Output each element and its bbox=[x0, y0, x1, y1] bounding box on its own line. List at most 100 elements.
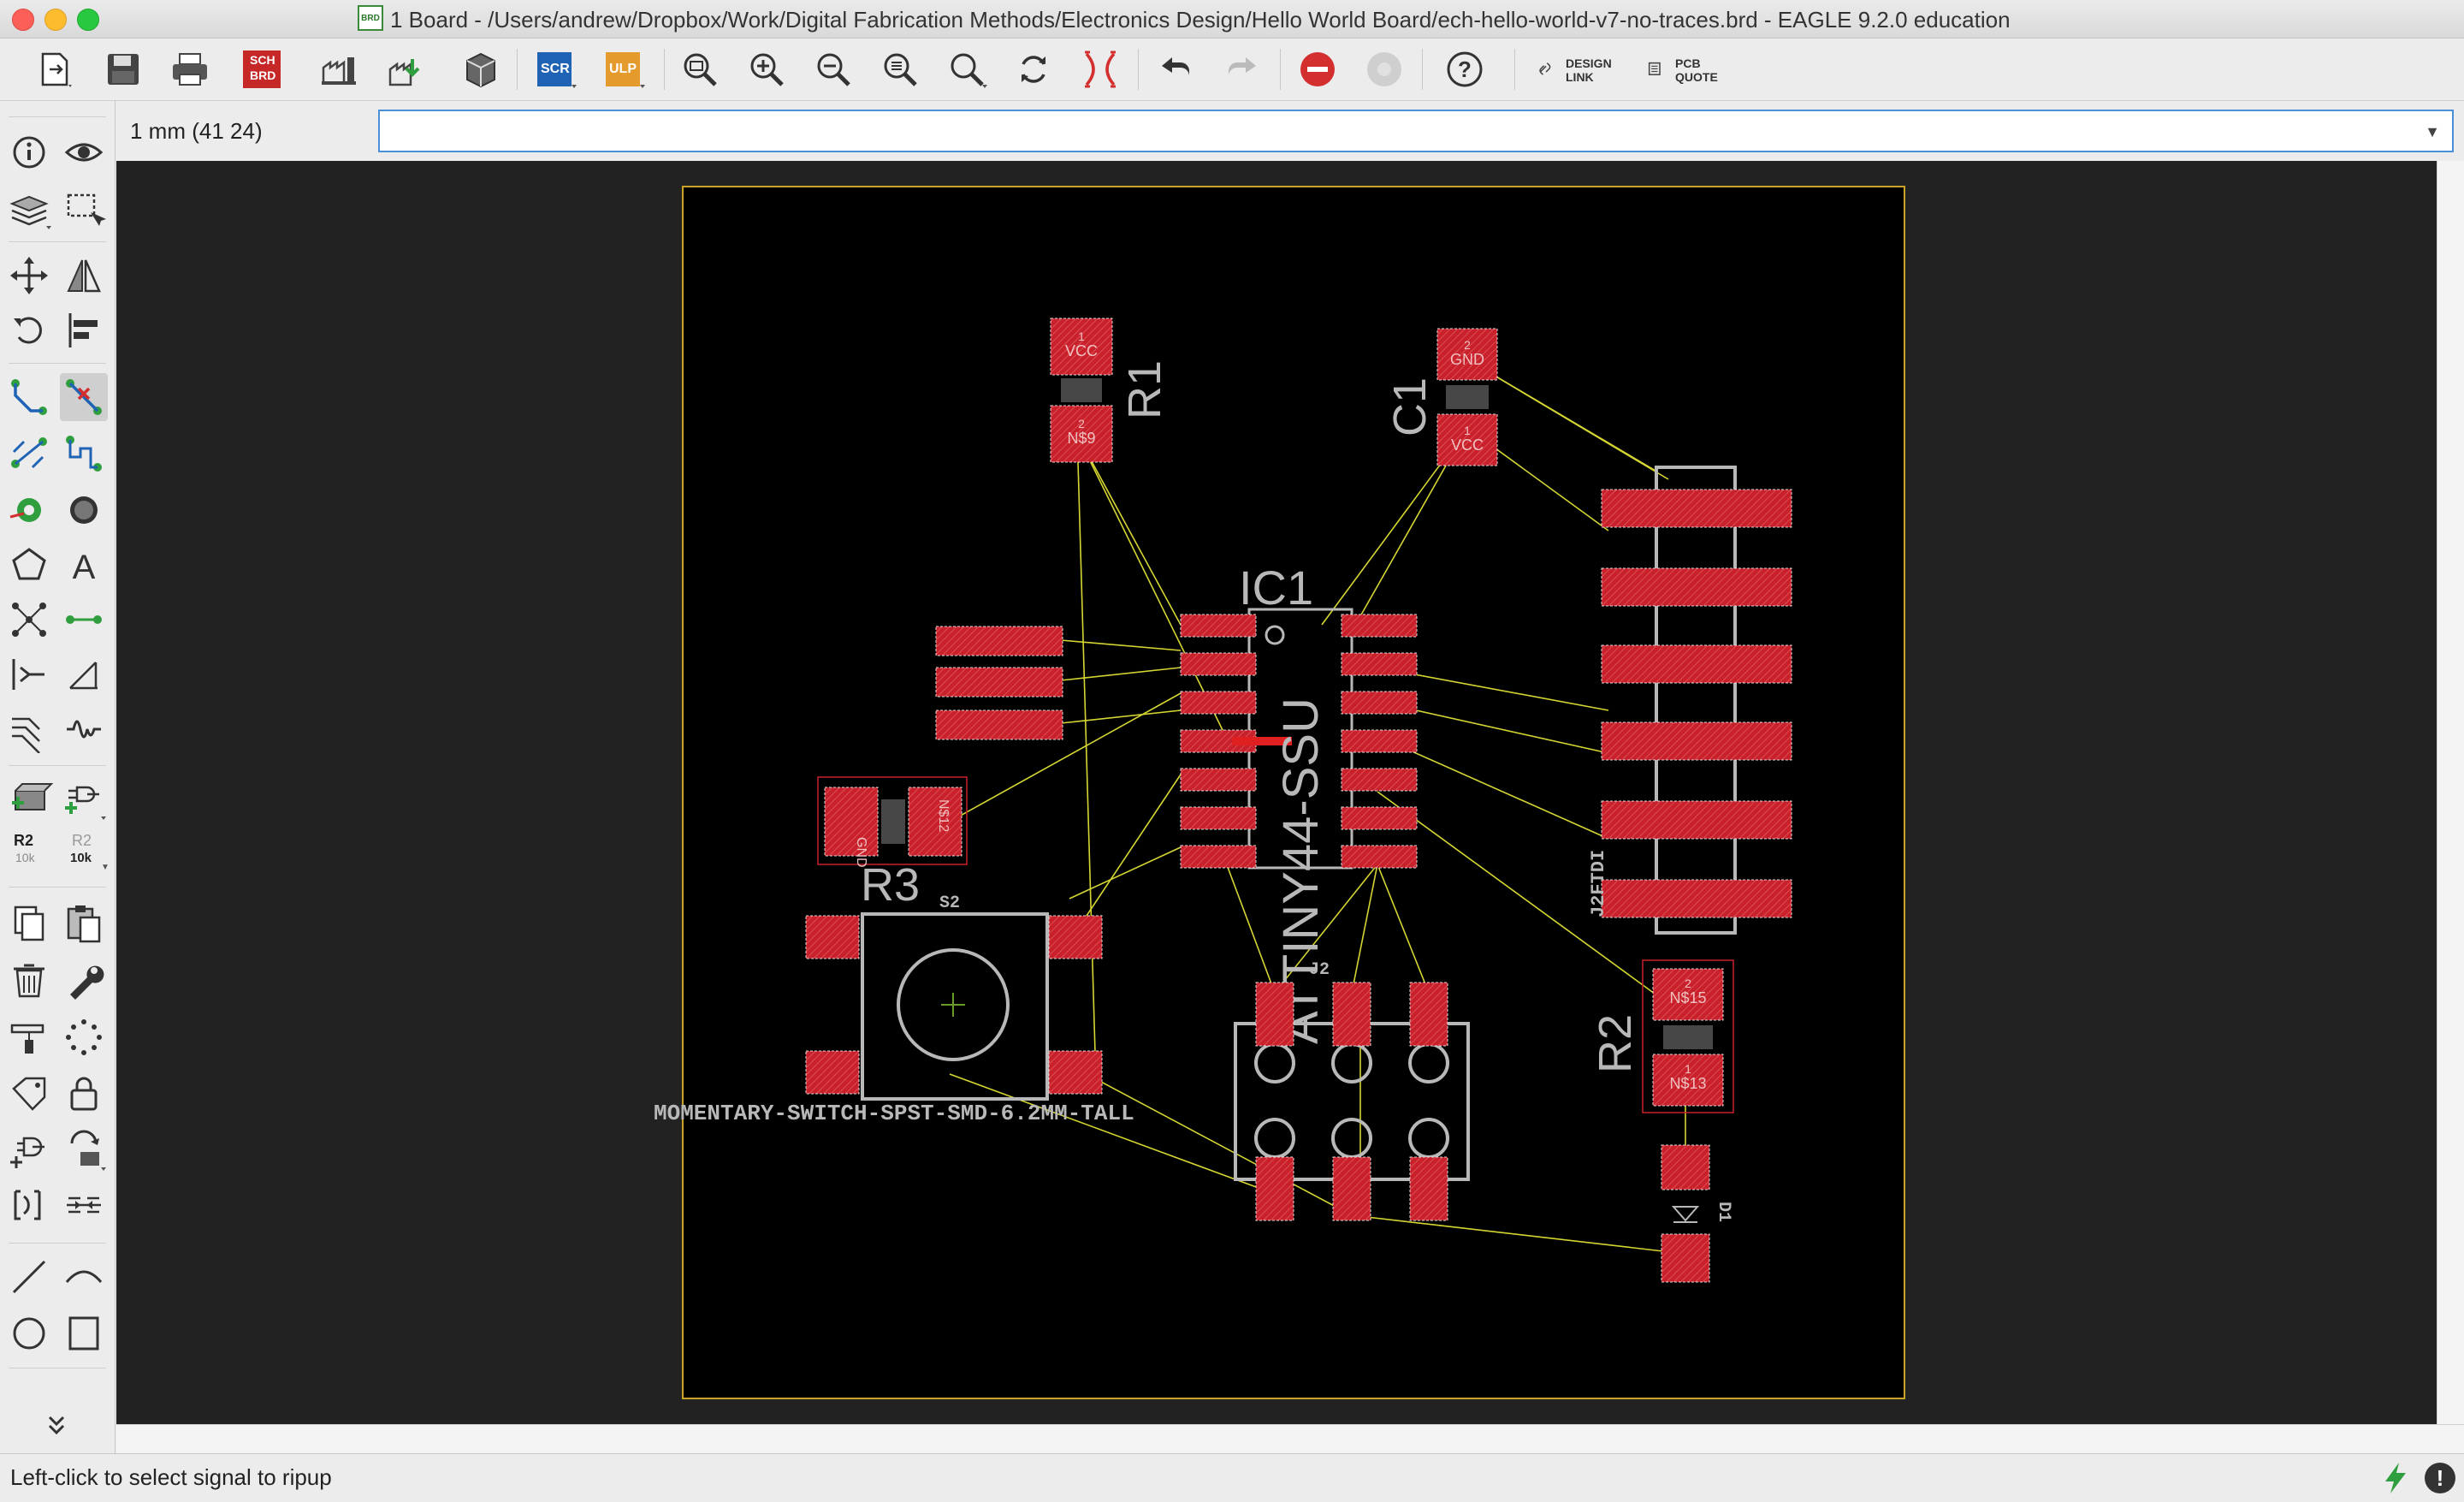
tool-panel: A R2 10k R2 10k ▼ bbox=[0, 101, 116, 1453]
split-icon[interactable] bbox=[60, 705, 108, 753]
ulp-label: ULP bbox=[609, 62, 637, 76]
undo-icon[interactable] bbox=[1153, 47, 1198, 92]
svg-text:GND: GND bbox=[1450, 351, 1484, 368]
status-message: Left-click to select signal to ripup bbox=[10, 1464, 332, 1490]
chevron-down-icon: ▼ bbox=[101, 863, 110, 872]
zoom-area-icon[interactable] bbox=[945, 47, 989, 92]
r2-label: R2 bbox=[14, 832, 34, 849]
switch-value-label: MOMENTARY-SWITCH-SPST-SMD-6.2MM-TALL bbox=[654, 1101, 1134, 1126]
help-icon[interactable]: ? bbox=[1442, 47, 1487, 92]
coordinate-readout: 1 mm (41 24) bbox=[130, 118, 263, 144]
lightning-icon[interactable] bbox=[2378, 1461, 2413, 1495]
manufacturing-icon[interactable] bbox=[385, 47, 429, 92]
print-button[interactable] bbox=[168, 47, 212, 92]
circle-icon[interactable] bbox=[5, 1309, 53, 1357]
d1-name-label: D1 bbox=[1714, 1202, 1733, 1222]
switch-sch-brd-button[interactable]: SCH BRD bbox=[240, 47, 284, 92]
move-icon[interactable] bbox=[5, 252, 53, 300]
value-icon[interactable]: R2 10k ▼ bbox=[60, 828, 110, 876]
pcb-quote-label-1: PCB bbox=[1675, 56, 1701, 70]
pinswap-icon[interactable] bbox=[5, 1181, 53, 1229]
mirror-icon[interactable] bbox=[60, 252, 108, 300]
command-line-input[interactable]: ▼ bbox=[378, 110, 2454, 152]
align-icon[interactable] bbox=[60, 306, 108, 354]
gate-swap-icon[interactable] bbox=[5, 1126, 53, 1174]
r2-name-label: R2 bbox=[1590, 1014, 1641, 1073]
stop-icon[interactable] bbox=[1295, 47, 1340, 92]
chevron-down-icon[interactable]: ▼ bbox=[2425, 123, 2440, 141]
minimize-window-button[interactable] bbox=[44, 9, 67, 31]
pcb-quote-label-2: QUOTE bbox=[1675, 70, 1718, 84]
ratsnest-icon[interactable] bbox=[1078, 47, 1122, 92]
warning-icon[interactable]: ! bbox=[2425, 1463, 2455, 1493]
arc-icon[interactable] bbox=[60, 1253, 108, 1301]
zoom-window-button[interactable] bbox=[77, 9, 99, 31]
optimize-icon[interactable] bbox=[60, 1013, 108, 1061]
swap-icon[interactable] bbox=[60, 1126, 108, 1174]
split-signal-icon[interactable] bbox=[60, 1181, 108, 1229]
attribute-icon[interactable] bbox=[5, 650, 53, 698]
delete-icon[interactable] bbox=[5, 957, 53, 1005]
redraw-icon[interactable] bbox=[1011, 47, 1056, 92]
j2-name-label: J2 bbox=[1309, 960, 1330, 980]
wire-icon[interactable] bbox=[60, 596, 108, 644]
paste-icon[interactable] bbox=[60, 899, 108, 947]
close-window-button[interactable] bbox=[12, 9, 34, 31]
svg-text:N$13: N$13 bbox=[1669, 1075, 1706, 1092]
board-canvas[interactable]: 1 VCC 2 N$9 R1 2 GND 1 VCC C1 IC1 ATTINY… bbox=[116, 161, 2437, 1424]
zoom-in-icon[interactable] bbox=[744, 47, 789, 92]
ic1-name-label: IC1 bbox=[1239, 561, 1313, 614]
pcb-quote-button[interactable]: PCB QUOTE bbox=[1646, 47, 1732, 92]
zoom-select-icon[interactable] bbox=[878, 47, 922, 92]
polygon-icon[interactable] bbox=[5, 541, 53, 589]
svg-text:N$15: N$15 bbox=[1669, 989, 1706, 1006]
line-icon[interactable] bbox=[5, 1253, 53, 1301]
expand-more-icon[interactable] bbox=[33, 1400, 80, 1448]
title-bar: BRD 1 Board - /Users/andrew/Dropbox/Work… bbox=[0, 0, 2464, 39]
design-link-button[interactable]: DESIGN LINK bbox=[1537, 47, 1622, 92]
miter-icon[interactable] bbox=[5, 705, 53, 753]
svg-text:1: 1 bbox=[1685, 1062, 1691, 1076]
3d-package-icon[interactable] bbox=[459, 47, 503, 92]
group-select-icon[interactable] bbox=[60, 185, 108, 233]
via-icon[interactable] bbox=[5, 486, 53, 534]
hole-icon[interactable] bbox=[60, 486, 108, 534]
meander-icon[interactable] bbox=[60, 430, 108, 478]
show-eye-icon[interactable] bbox=[60, 128, 108, 176]
replace-part-icon[interactable] bbox=[60, 775, 108, 823]
run-ulp-button[interactable]: ULP bbox=[602, 47, 647, 92]
horizontal-scrollbar[interactable] bbox=[116, 1424, 2464, 1454]
dimension-icon[interactable] bbox=[60, 650, 108, 698]
ripup-icon[interactable] bbox=[60, 373, 108, 421]
cam-processor-icon[interactable] bbox=[317, 47, 361, 92]
signal-icon[interactable] bbox=[5, 596, 53, 644]
vertical-scrollbar[interactable] bbox=[2437, 161, 2464, 1424]
smash-icon[interactable]: R2 10k bbox=[5, 828, 53, 876]
zoom-out-icon[interactable] bbox=[811, 47, 856, 92]
text-tool-icon[interactable]: A bbox=[60, 541, 108, 589]
copy-icon[interactable] bbox=[5, 899, 53, 947]
r2-value-disabled: 10k bbox=[70, 851, 92, 865]
name-tag-icon[interactable] bbox=[5, 1070, 53, 1118]
run-script-button[interactable]: SCR bbox=[534, 47, 578, 92]
part-connector-left[interactable] bbox=[935, 626, 1063, 740]
svg-text:VCC: VCC bbox=[1065, 342, 1098, 359]
redo-icon bbox=[1220, 47, 1265, 92]
open-file-button[interactable] bbox=[33, 47, 77, 92]
j2ftdi-name-label: J2FTDI bbox=[1588, 850, 1609, 917]
svg-text:A: A bbox=[73, 549, 96, 586]
change-icon[interactable] bbox=[5, 1013, 53, 1061]
add-part-icon[interactable] bbox=[5, 775, 53, 823]
info-icon[interactable] bbox=[5, 128, 53, 176]
zoom-fit-icon[interactable] bbox=[678, 47, 722, 92]
r1-name-label: R1 bbox=[1119, 360, 1170, 419]
layer-settings-icon[interactable] bbox=[5, 185, 53, 233]
rectangle-icon[interactable] bbox=[60, 1309, 108, 1357]
rotate-icon[interactable] bbox=[5, 306, 53, 354]
lock-icon[interactable] bbox=[60, 1070, 108, 1118]
route-manual-icon[interactable] bbox=[5, 373, 53, 421]
go-icon bbox=[1362, 47, 1407, 92]
save-button[interactable] bbox=[101, 47, 145, 92]
wrench-icon[interactable] bbox=[60, 957, 108, 1005]
fanout-icon[interactable] bbox=[5, 430, 53, 478]
